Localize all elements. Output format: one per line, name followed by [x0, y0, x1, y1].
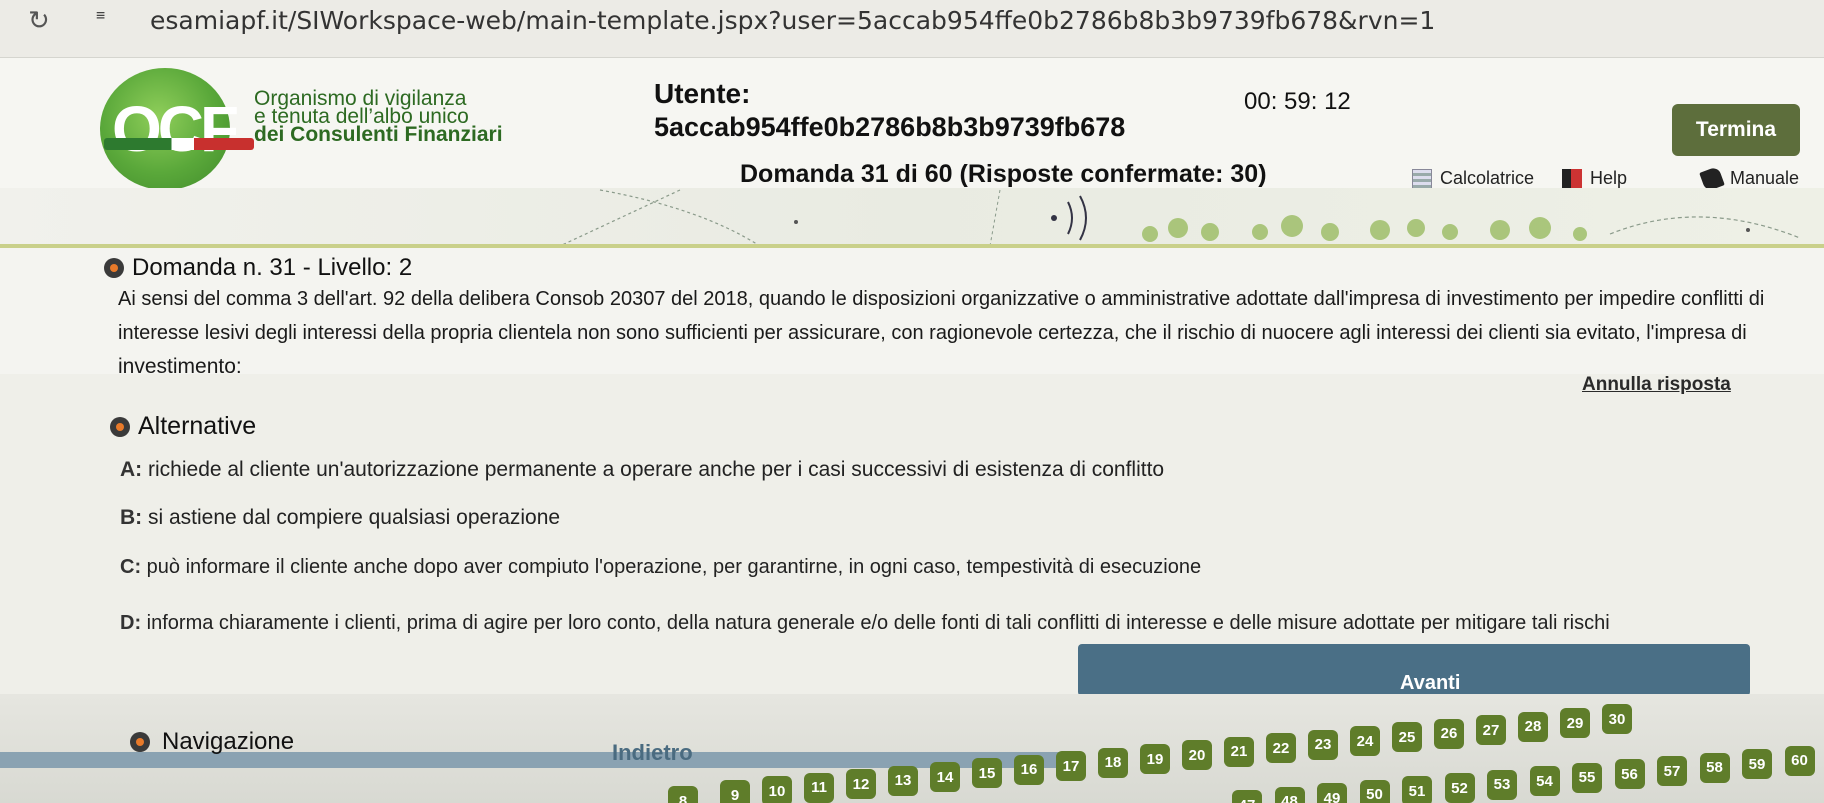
- page-button-25[interactable]: 25: [1392, 722, 1422, 753]
- page-button-54[interactable]: 54: [1529, 766, 1560, 797]
- page-button-59[interactable]: 59: [1742, 749, 1772, 780]
- alternatives-heading: Alternative: [110, 412, 256, 441]
- help-icon: [1562, 168, 1582, 189]
- browser-toolbar: ↻ ≡ esamiapf.it/SIWorkspace-web/main-tem…: [0, 0, 1824, 58]
- page-button-49[interactable]: 49: [1317, 783, 1347, 803]
- indietro-button[interactable]: Indietro: [612, 740, 693, 766]
- section-bullet-icon: [130, 732, 150, 752]
- banner-decoration: [559, 189, 1801, 246]
- page-button-13[interactable]: 13: [888, 765, 918, 796]
- decorative-banner: [0, 188, 1824, 246]
- reload-icon[interactable]: ↻: [28, 6, 50, 36]
- manual-label: Manuale: [1730, 168, 1800, 188]
- calculator-icon: [1412, 168, 1432, 189]
- page-button-9[interactable]: 9: [720, 780, 750, 803]
- page-button-22[interactable]: 22: [1266, 733, 1296, 764]
- org-line-3: dei Consulenti Finanziari: [254, 123, 503, 146]
- question-line-2: interesse lesivi degli interessi della p…: [118, 322, 1747, 344]
- page-button-11[interactable]: 11: [804, 772, 834, 803]
- alternative-a-text: richiede al cliente un'autorizzazione pe…: [142, 458, 1165, 481]
- question-heading: Domanda n. 31 - Livello: 2: [104, 254, 412, 282]
- question-title: Domanda n. 31 - Livello: 2: [132, 254, 413, 281]
- page-button-57[interactable]: 57: [1657, 756, 1687, 786]
- page-button-20[interactable]: 20: [1182, 740, 1212, 771]
- termina-button[interactable]: Termina: [1672, 104, 1800, 156]
- question-text: Ai sensi del comma 3 dell'art. 92 della …: [118, 282, 1808, 384]
- annulla-risposta-link[interactable]: Annulla risposta: [1582, 374, 1731, 396]
- page-button-52[interactable]: 52: [1444, 773, 1475, 803]
- exam-header: OCF Organismo di vigilanza e tenuta dell…: [0, 58, 1824, 208]
- page-button-10[interactable]: 10: [762, 776, 792, 803]
- navigation-title: Navigazione: [162, 728, 295, 755]
- page-button-56[interactable]: 56: [1614, 759, 1645, 790]
- page-button-29[interactable]: 29: [1560, 708, 1590, 738]
- page-button-27[interactable]: 27: [1476, 715, 1506, 746]
- alternative-b[interactable]: B: si astiene dal compiere qualsiasi ope…: [120, 506, 560, 530]
- page-button-18[interactable]: 18: [1098, 747, 1128, 778]
- page-button-55[interactable]: 55: [1572, 762, 1602, 793]
- user-label: Utente:: [654, 78, 751, 109]
- page-button-8[interactable]: 8: [668, 786, 698, 803]
- page-button-16[interactable]: 16: [1014, 754, 1044, 785]
- page-button-15[interactable]: 15: [972, 758, 1002, 789]
- logo-text: OCF: [112, 93, 239, 165]
- url-bar[interactable]: esamiapf.it/SIWorkspace-web/main-templat…: [150, 6, 1435, 35]
- alternatives-title: Alternative: [138, 412, 257, 440]
- avanti-button[interactable]: Avanti: [1400, 672, 1460, 695]
- page-button-19[interactable]: 19: [1140, 744, 1170, 774]
- alternative-d-key: D:: [120, 612, 142, 634]
- page-button-28[interactable]: 28: [1518, 711, 1548, 742]
- page-button-30[interactable]: 30: [1602, 704, 1632, 735]
- page-button-60[interactable]: 60: [1784, 745, 1815, 776]
- page-button-48[interactable]: 48: [1274, 786, 1305, 803]
- section-bullet-icon: [110, 416, 130, 437]
- alternative-a-key: A:: [120, 458, 143, 481]
- section-bullet-icon: [104, 258, 124, 278]
- question-counter: Domanda 31 di 60 (Risposte confermate: 3…: [740, 160, 1267, 188]
- alternative-b-key: B:: [120, 506, 143, 529]
- alternative-c-text: può informare il cliente anche dopo aver…: [141, 556, 1202, 578]
- page-button-17[interactable]: 17: [1056, 751, 1086, 782]
- page-button-58[interactable]: 58: [1699, 752, 1730, 783]
- alternative-b-text: si astiene dal compiere qualsiasi operaz…: [142, 506, 561, 529]
- countdown-timer: 00: 59: 12: [1244, 88, 1351, 115]
- help-tool[interactable]: Help: [1562, 168, 1627, 189]
- question-line-3: investimento:: [118, 355, 242, 378]
- help-label: Help: [1590, 168, 1628, 188]
- alternative-a[interactable]: A: richiede al cliente un'autorizzazione…: [120, 458, 1164, 482]
- alternative-c-key: C:: [120, 556, 142, 578]
- page-button-23[interactable]: 23: [1308, 729, 1338, 760]
- page-button-47[interactable]: 47: [1232, 790, 1262, 803]
- user-id: 5accab954ffe0b2786b8b3b9739fb678: [654, 112, 1126, 142]
- page-button-50[interactable]: 50: [1359, 779, 1390, 803]
- alternative-d[interactable]: D: informa chiaramente i clienti, prima …: [120, 612, 1610, 635]
- page-button-21[interactable]: 21: [1224, 736, 1254, 767]
- page-button-51[interactable]: 51: [1402, 776, 1432, 803]
- page-button-24[interactable]: 24: [1350, 726, 1380, 756]
- page-button-12[interactable]: 12: [846, 769, 876, 800]
- question-section: Domanda n. 31 - Livello: 2 Ai sensi del …: [0, 244, 1824, 378]
- navigation-heading: Navigazione: [130, 728, 294, 756]
- manual-tool[interactable]: Manuale: [1699, 165, 1800, 192]
- alternative-d-text: informa chiaramente i clienti, prima di …: [141, 612, 1610, 634]
- organization-name: Organismo di vigilanza e tenuta dell’alb…: [254, 88, 503, 146]
- question-line-1: Ai sensi del comma 3 dell'art. 92 della …: [118, 288, 1765, 310]
- calculator-label: Calcolatrice: [1440, 168, 1535, 188]
- calculator-tool[interactable]: Calcolatrice: [1412, 168, 1534, 189]
- page-button-53[interactable]: 53: [1487, 769, 1517, 800]
- site-info-icon[interactable]: ≡: [96, 6, 126, 32]
- logo-flag-band: [104, 138, 254, 150]
- page-button-14[interactable]: 14: [930, 762, 960, 792]
- page-button-26[interactable]: 26: [1434, 718, 1464, 749]
- alternative-c[interactable]: C: può informare il cliente anche dopo a…: [120, 556, 1201, 579]
